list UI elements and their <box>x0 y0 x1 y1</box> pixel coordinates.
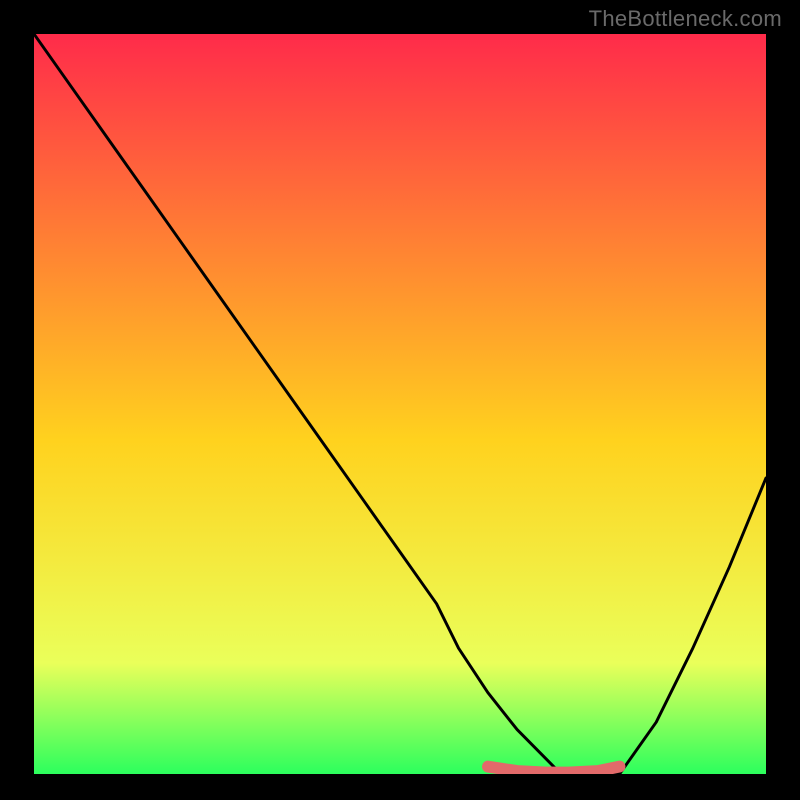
chart-svg <box>34 34 766 774</box>
plot-area <box>34 34 766 774</box>
gradient-field <box>34 34 766 774</box>
chart-canvas: TheBottleneck.com <box>0 0 800 800</box>
valley-accent <box>488 767 620 773</box>
watermark-text: TheBottleneck.com <box>589 6 782 32</box>
